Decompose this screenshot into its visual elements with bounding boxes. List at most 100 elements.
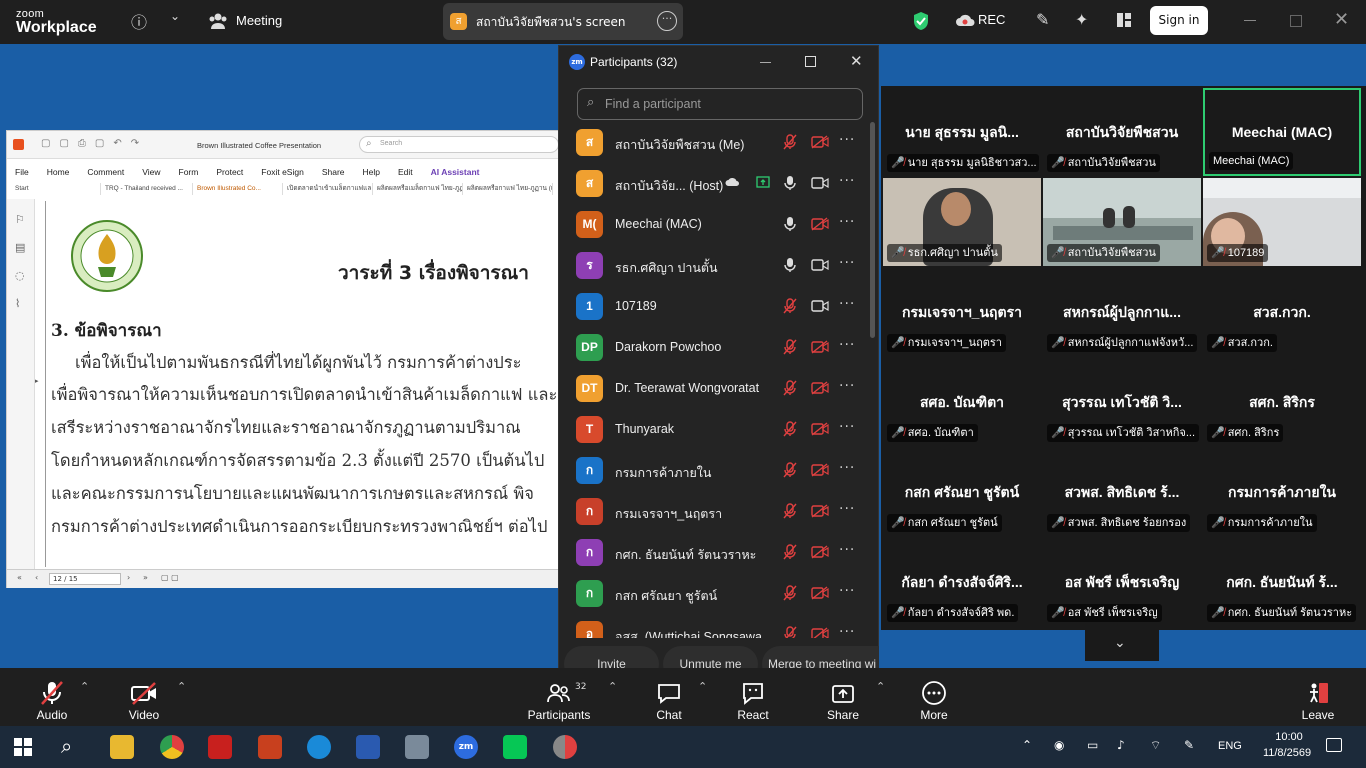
camera-off-icon[interactable] [811, 422, 829, 436]
video-tile[interactable]: สหกรณ์ผู้ปลูกกาแ... 🎤̸ สหกรณ์ผู้ปลูกกาแฟจั… [1043, 268, 1201, 356]
participant-row[interactable]: ก กรมเจรจาฯ_นฤตรา ··· [559, 491, 859, 532]
participant-row[interactable]: ส สถาบันวิจัยพืชสวน (Me) ··· [559, 122, 859, 163]
pdf-tab-5[interactable]: ผลิตผลหรือเมล็ดกาแฟ ไทย-ภูฏาน (... [373, 183, 463, 195]
prev-page-icon[interactable]: ‹ [35, 573, 38, 582]
expand-panel-icon[interactable]: ▸ [35, 377, 39, 385]
windows-start-icon[interactable] [14, 738, 32, 759]
participant-search-input[interactable]: ⌕ Find a participant [577, 88, 863, 120]
video-tile[interactable]: 🎤̸ 107189 [1203, 178, 1361, 266]
zoom-taskbar-icon[interactable]: zm [454, 735, 478, 759]
more-options-icon[interactable]: ··· [839, 583, 855, 599]
sign-in-button[interactable]: Sign in [1150, 6, 1208, 35]
tray-battery-icon[interactable]: ▭ [1087, 738, 1098, 752]
pdf-menu-help[interactable]: Help [363, 167, 380, 177]
rec-label[interactable]: REC [978, 12, 1005, 27]
participant-row[interactable]: T Thunyarak ··· [559, 409, 859, 450]
mic-muted-icon[interactable] [783, 298, 797, 314]
video-tile[interactable]: สวส.กวก. 🎤̸ สวส.กวก. [1203, 268, 1361, 356]
notification-icon[interactable] [1326, 738, 1342, 752]
more-options-icon[interactable]: ··· [839, 378, 855, 394]
share-caret-icon[interactable]: ⌃ [876, 680, 885, 693]
video-tile[interactable]: สศอ. บัณฑิตา 🎤̸ สศอ. บัณฑิตา [883, 358, 1041, 446]
app-icon[interactable] [553, 735, 577, 759]
mic-muted-icon[interactable] [783, 462, 797, 478]
participant-row[interactable]: ก กรมการค้าภายใน ··· [559, 450, 859, 491]
participant-row[interactable]: ร รธก.ศศิญา ปานตั้น ··· [559, 245, 859, 286]
more-options-icon[interactable]: ··· [839, 214, 855, 230]
info-icon[interactable]: ⓘ [131, 9, 147, 33]
video-tile[interactable]: สศก. สิริกร 🎤̸ สศก. สิริกร [1203, 358, 1361, 446]
camera-icon[interactable] [811, 176, 829, 190]
word-icon[interactable] [356, 735, 380, 759]
next-page-icon[interactable]: › [127, 573, 130, 582]
mic-icon[interactable] [783, 257, 797, 273]
camera-icon[interactable] [811, 258, 829, 272]
tray-chevron-icon[interactable]: ⌃ [1022, 738, 1032, 752]
video-tile[interactable]: กรมการค้าภายใน 🎤̸ กรมการค้าภายใน [1203, 448, 1361, 536]
video-tile[interactable]: กสก ศรัณยา ชูรัตน์ 🎤̸ กสก ศรัณยา ชูรัตน์ [883, 448, 1041, 536]
audio-button[interactable]: Audio [28, 668, 76, 726]
camera-off-icon[interactable] [811, 217, 829, 231]
photos-icon[interactable] [405, 735, 429, 759]
participants-button[interactable]: Participants [522, 668, 596, 726]
camera-off-icon[interactable] [811, 381, 829, 395]
camera-off-icon[interactable] [811, 545, 829, 559]
comments-icon[interactable]: ◌ [15, 269, 25, 282]
video-tile[interactable]: อส พัชรี เพ็ชรเจริญ 🎤̸ อส พัชรี เพ็ชรเจริญ [1043, 538, 1201, 626]
participant-row[interactable]: 1 107189 ··· [559, 286, 859, 327]
more-options-icon[interactable]: ··· [839, 173, 855, 189]
maximize-icon[interactable] [1290, 15, 1302, 27]
camera-off-icon[interactable] [811, 627, 829, 638]
close-icon[interactable]: ✕ [1334, 9, 1349, 30]
minimize-icon[interactable] [1244, 20, 1256, 21]
video-button[interactable]: Video [120, 668, 168, 726]
pdf-tab-6[interactable]: ผลิตผลหรือกาแฟ ไทย-ภูฏาน (เอกสาร... [463, 183, 553, 195]
bookmark-icon[interactable]: ⚐ [15, 213, 25, 226]
participant-list-scrollbar[interactable] [870, 122, 875, 338]
more-options-icon[interactable]: ··· [839, 419, 855, 435]
pdf-tab-start[interactable]: Start [11, 183, 101, 195]
video-options-caret-icon[interactable]: ⌃ [177, 680, 186, 693]
audio-options-caret-icon[interactable]: ⌃ [80, 680, 89, 693]
mic-muted-icon[interactable] [783, 421, 797, 437]
pdf-reader-icon[interactable] [208, 735, 232, 759]
pdf-menu-view[interactable]: View [142, 167, 160, 177]
video-tile[interactable]: นาย สุธรรม มูลนิ... 🎤̸ นาย สุธรรม มูลนิธิช… [883, 88, 1041, 176]
more-options-icon[interactable]: ··· [839, 296, 855, 312]
clock-date[interactable]: 11/8/2569 [1254, 747, 1320, 759]
meeting-label[interactable]: Meeting [236, 13, 282, 28]
search-icon[interactable]: ⌕ [61, 734, 72, 758]
video-tile[interactable]: กัลยา ดำรงสัจจ์ศิริ... 🎤̸ กัลยา ดำรงสัจจ์ศ… [883, 538, 1041, 626]
participant-row[interactable]: DP Darakorn Powchoo ··· [559, 327, 859, 368]
more-button[interactable]: More [910, 668, 958, 726]
mic-muted-icon[interactable] [783, 544, 797, 560]
participants-caret-icon[interactable]: ⌃ [608, 680, 617, 693]
camera-icon[interactable] [811, 299, 829, 313]
chrome-icon[interactable] [160, 735, 184, 759]
camera-off-icon[interactable] [811, 504, 829, 518]
panel-maximize-icon[interactable] [805, 56, 816, 67]
video-tile[interactable]: 🎤̸ รธก.ศศิญา ปานตั้น [883, 178, 1041, 266]
pen-icon[interactable]: ✎ [1184, 738, 1194, 752]
gallery-expand-button[interactable]: ⌄ [1085, 630, 1159, 661]
edge-icon[interactable] [307, 735, 331, 759]
mic-muted-icon[interactable] [783, 134, 797, 150]
chat-button[interactable]: Chat [645, 668, 693, 726]
pdf-menu-edit[interactable]: Edit [398, 167, 413, 177]
participant-row[interactable]: ส สถาบันวิจัย... (Host) ··· [559, 163, 859, 204]
pdf-tab-active[interactable]: Brown Illustrated Co... [193, 183, 283, 195]
mic-muted-icon[interactable] [783, 585, 797, 601]
pdf-menu-file[interactable]: File [15, 167, 29, 177]
page-number-input[interactable]: 12 / 15 [49, 573, 121, 585]
share-options-icon[interactable]: ··· [657, 11, 677, 31]
volume-icon[interactable]: ♪ [1117, 738, 1125, 752]
pdf-tab-trq[interactable]: TRQ - Thailand received ... [101, 183, 193, 195]
participant-row[interactable]: M(Meechai (MAC) ··· [559, 204, 859, 245]
leave-button[interactable]: Leave [1296, 668, 1340, 726]
participant-row[interactable]: DT Dr. Teerawat Wongvoratat ··· [559, 368, 859, 409]
pdf-search-input[interactable]: ⌕ Search [359, 136, 559, 153]
react-button[interactable]: React [729, 668, 777, 726]
screen-share-indicator[interactable]: ส สถาบันวิจัยพืชสวน's screen ··· [443, 3, 683, 40]
more-options-icon[interactable]: ··· [839, 501, 855, 517]
mic-icon[interactable] [783, 216, 797, 232]
